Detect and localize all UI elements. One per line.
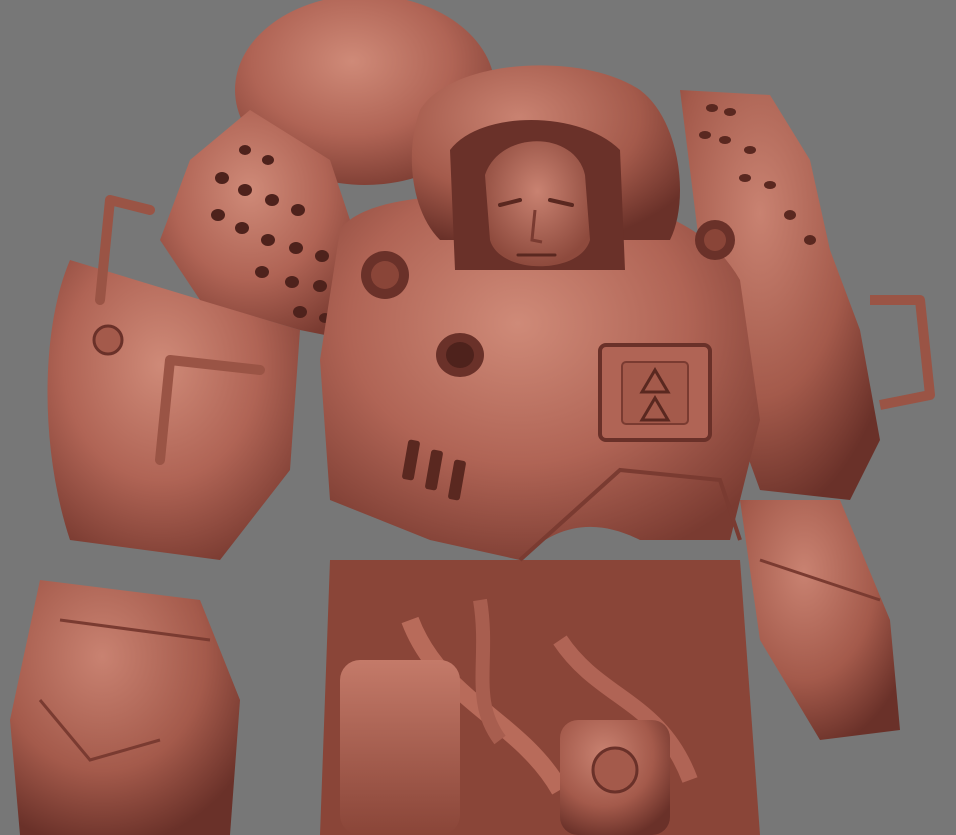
warning-panel (598, 343, 712, 442)
sculpt-render-viewport (0, 0, 956, 835)
pilot-head (485, 141, 590, 267)
left-forearm (10, 580, 240, 835)
mech-sculpt-image (0, 0, 956, 835)
turbine-vent (695, 220, 735, 260)
turbine-vent (361, 251, 409, 299)
lower-torso (320, 560, 760, 835)
